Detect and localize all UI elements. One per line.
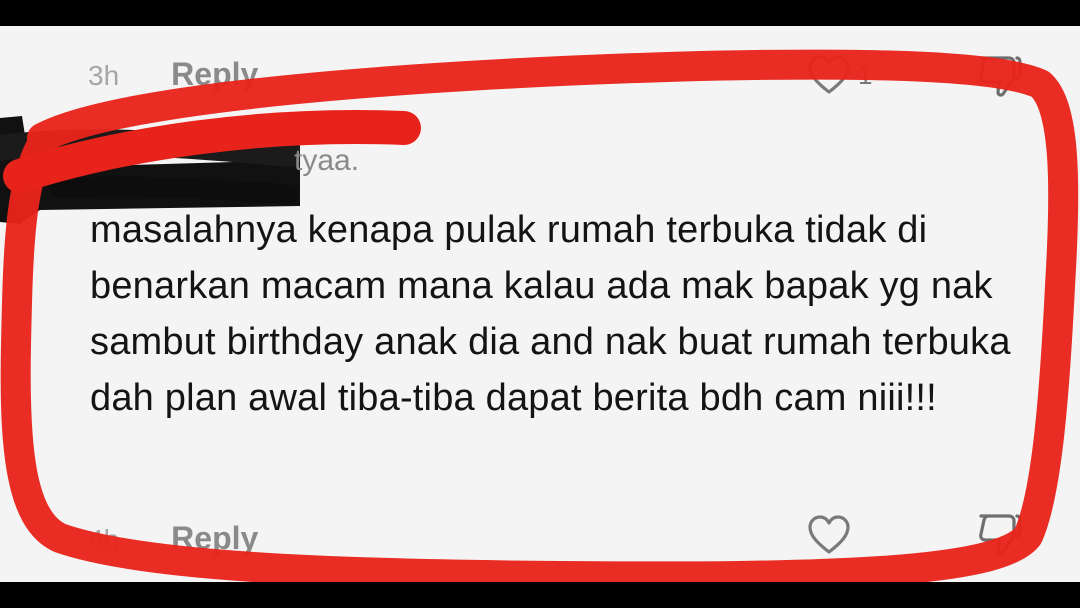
like-count: 1 [858, 59, 873, 90]
comment-text: masalahnya kenapa pulak rumah terbuka ti… [90, 209, 1011, 419]
dislike-button[interactable] [975, 54, 1023, 98]
comment-actions-top: 3h Reply [88, 56, 258, 93]
comment-timestamp: 3h [88, 60, 120, 91]
reply-button[interactable]: Reply [171, 520, 258, 557]
comment-actions-bottom: 4h Reply [88, 520, 258, 557]
thumbs-down-icon [979, 56, 1022, 97]
like-button[interactable] [806, 514, 852, 556]
heart-outline-icon [808, 515, 850, 554]
heart-outline-icon [808, 55, 850, 94]
reply-button[interactable]: Reply [171, 56, 258, 93]
comment-thread: 3h Reply 1 tyaa. masalahnya kenapa pulak… [0, 26, 1080, 582]
dislike-button[interactable] [975, 512, 1023, 556]
comment-username[interactable]: tyaa. [294, 144, 359, 178]
like-button[interactable]: 1 [806, 54, 872, 96]
comment-timestamp: 4h [88, 524, 120, 555]
thumbs-down-icon [979, 514, 1022, 555]
